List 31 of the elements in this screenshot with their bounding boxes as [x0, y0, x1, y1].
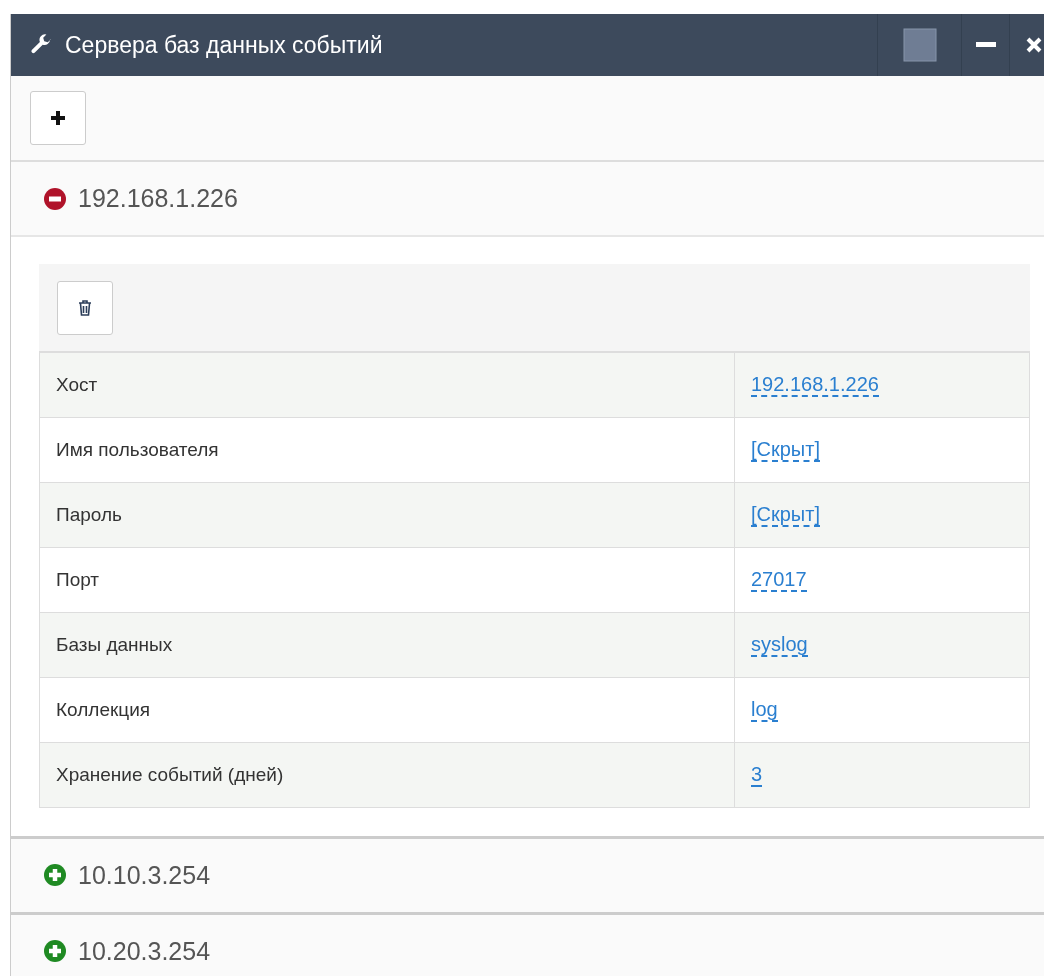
property-label: Имя пользователя — [39, 417, 735, 482]
server-header[interactable]: 10.20.3.254 — [11, 914, 1044, 976]
collapse-icon — [44, 187, 66, 210]
property-value-link[interactable]: [Скрыт] — [751, 438, 820, 462]
close-button[interactable] — [1009, 14, 1044, 76]
property-label: Порт — [39, 547, 735, 612]
square-icon — [902, 28, 937, 62]
server-address: 192.168.1.226 — [78, 184, 238, 213]
property-value-link[interactable]: 3 — [751, 763, 763, 787]
property-label: Хранение событий (дней) — [39, 742, 735, 807]
server-address: 10.10.3.254 — [78, 860, 211, 890]
close-icon — [1024, 36, 1043, 54]
add-button[interactable] — [30, 91, 86, 145]
server-header[interactable]: 10.10.3.254 — [11, 838, 1044, 915]
plus-icon — [50, 110, 66, 126]
property-label: Хост — [39, 352, 735, 417]
property-label: Коллекция — [39, 677, 735, 742]
property-value-link[interactable]: log — [751, 698, 778, 722]
window-title: Сервера баз данных событий — [65, 31, 384, 59]
trash-icon — [78, 299, 92, 316]
server-address: 10.20.3.254 — [78, 936, 211, 966]
property-label: Пароль — [39, 482, 735, 547]
expand-icon — [44, 864, 66, 886]
delete-button[interactable] — [57, 280, 113, 335]
property-value-link[interactable]: 192.168.1.226 — [751, 373, 879, 398]
property-value-link[interactable]: 27017 — [751, 568, 807, 592]
property-value-link[interactable]: [Скрыт] — [751, 503, 820, 527]
expand-icon — [44, 940, 66, 962]
property-value-link[interactable]: syslog — [751, 633, 808, 657]
minimize-icon — [975, 42, 996, 48]
property-label: Базы данных — [39, 612, 735, 677]
